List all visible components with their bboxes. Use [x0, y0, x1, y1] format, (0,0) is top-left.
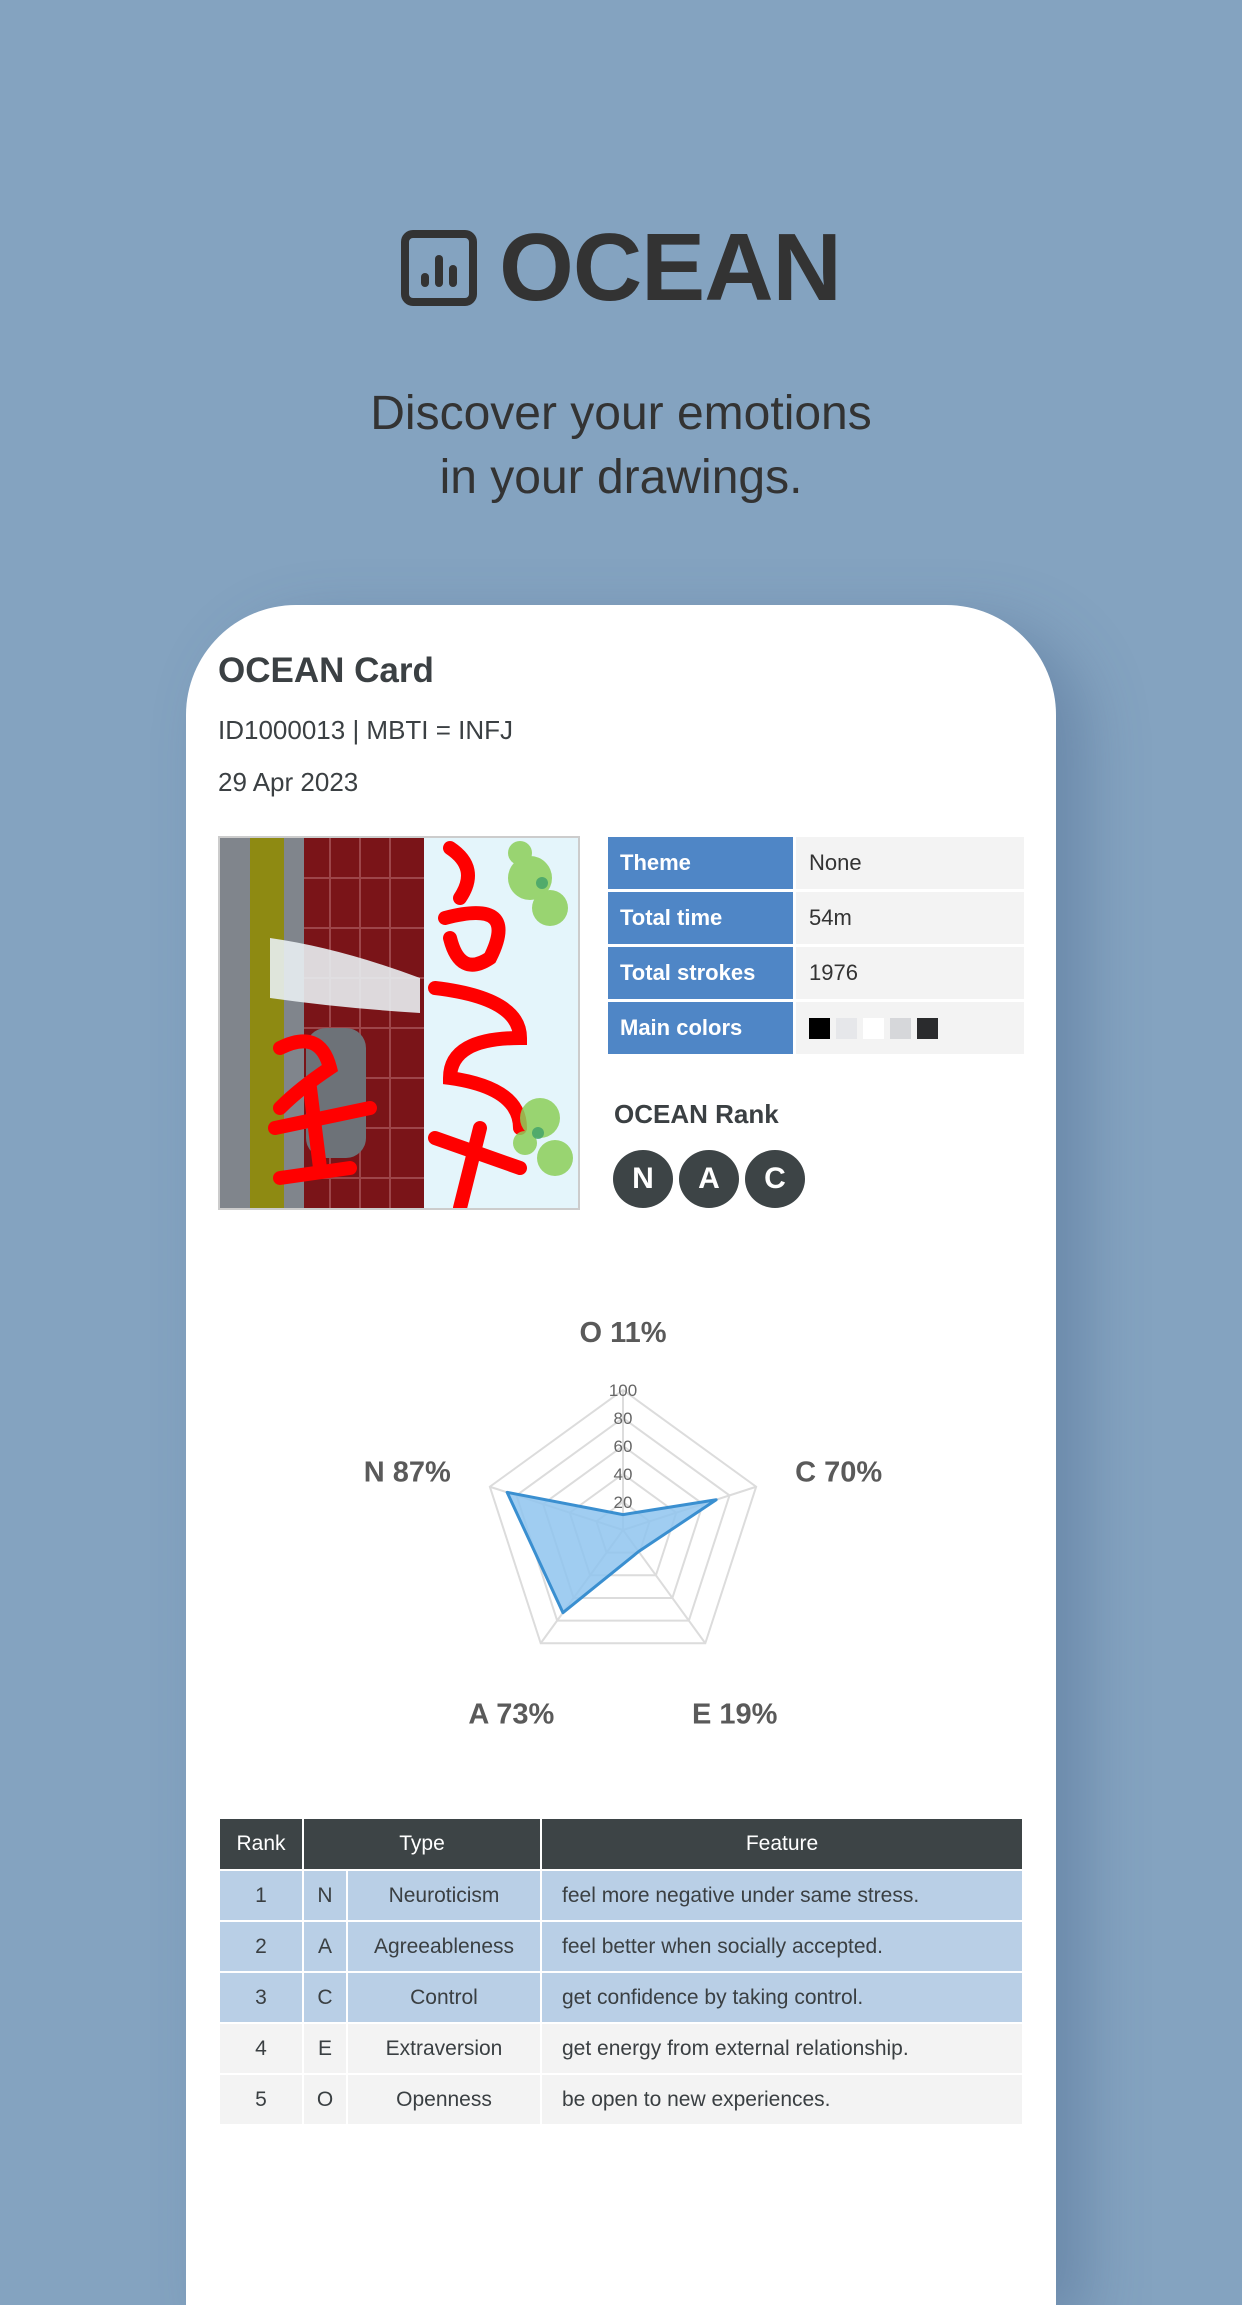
- drawing-info-table: Theme None Total time 54m Total strokes …: [608, 837, 1024, 1057]
- radar-axis-label: O 11%: [579, 1317, 666, 1349]
- info-row-main-colors: Main colors: [608, 1002, 1024, 1054]
- brand-header: OCEAN: [0, 220, 1242, 316]
- tagline-line-2: in your drawings.: [439, 451, 803, 504]
- row-rank: 5: [218, 2073, 304, 2126]
- color-swatch: [890, 1017, 911, 1039]
- rank-badge: A: [679, 1150, 739, 1208]
- info-label: Total strokes: [608, 947, 793, 999]
- row-feature: get energy from external relationship.: [540, 2022, 1024, 2075]
- ocean-radar-chart: 20 40 60 80 100 O 11% C 70% E 19% A 73% N 87%: [364, 1317, 883, 1731]
- info-row-total-strokes: Total strokes 1976: [608, 947, 1024, 999]
- ocean-feature-table: Rank Type Feature 1 N Neuroticism feel m…: [218, 1819, 1024, 2126]
- info-row-theme: Theme None: [608, 837, 1024, 889]
- row-type: Neuroticism: [346, 1869, 542, 1922]
- radar-tick-label: 40: [614, 1465, 633, 1484]
- bar-chart-icon: [401, 230, 478, 306]
- row-rank: 4: [218, 2022, 304, 2075]
- color-swatch: [809, 1017, 830, 1039]
- radar-tick-label: 80: [614, 1409, 633, 1428]
- table-header-row: Rank Type Feature: [218, 1819, 1024, 1871]
- row-type: Extraversion: [346, 2022, 542, 2075]
- ocean-rank-badges: N A C: [613, 1150, 805, 1208]
- row-feature: be open to new experiences.: [540, 2073, 1024, 2126]
- info-value: None: [796, 837, 1024, 889]
- row-code: C: [302, 1971, 348, 2024]
- radar-tick-label: 60: [614, 1437, 633, 1456]
- table-row: 2 A Agreeableness feel better when socia…: [218, 1920, 1024, 1973]
- card-title: OCEAN Card: [218, 651, 434, 690]
- drawing-thumbnail[interactable]: [218, 836, 580, 1210]
- card-id-mbti: ID1000013 | MBTI = INFJ: [218, 715, 514, 745]
- color-swatch: [917, 1017, 938, 1039]
- info-label: Main colors: [608, 1002, 793, 1054]
- radar-axis-label: E 19%: [692, 1699, 778, 1731]
- row-code: E: [302, 2022, 348, 2075]
- header-feature: Feature: [540, 1819, 1024, 1871]
- rank-badge: N: [613, 1150, 673, 1208]
- row-code: O: [302, 2073, 348, 2126]
- main-colors-swatches: [796, 1002, 1024, 1054]
- row-code: A: [302, 1920, 348, 1973]
- row-type: Control: [346, 1971, 542, 2024]
- row-rank: 1: [218, 1869, 304, 1922]
- row-feature: get confidence by taking control.: [540, 1971, 1024, 2024]
- row-rank: 2: [218, 1920, 304, 1973]
- table-row: 1 N Neuroticism feel more negative under…: [218, 1869, 1024, 1922]
- info-label: Theme: [608, 837, 793, 889]
- header-rank: Rank: [218, 1819, 304, 1871]
- info-label: Total time: [608, 892, 793, 944]
- radar-axis-label: A 73%: [468, 1699, 554, 1731]
- row-feature: feel more negative under same stress.: [540, 1869, 1024, 1922]
- table-row: 4 E Extraversion get energy from externa…: [218, 2022, 1024, 2075]
- drawing-image: [220, 838, 578, 1208]
- row-rank: 3: [218, 1971, 304, 2024]
- tagline-line-1: Discover your emotions: [370, 387, 872, 440]
- ocean-rank-title: OCEAN Rank: [614, 1099, 779, 1129]
- app-title: OCEAN: [499, 214, 842, 321]
- rank-badge: C: [745, 1150, 805, 1208]
- row-feature: feel better when socially accepted.: [540, 1920, 1024, 1973]
- table-row: 3 C Control get confidence by taking con…: [218, 1971, 1024, 2024]
- radar-axis-label: C 70%: [795, 1456, 882, 1488]
- color-swatch: [836, 1017, 857, 1039]
- info-row-total-time: Total time 54m: [608, 892, 1024, 944]
- row-type: Agreeableness: [346, 1920, 542, 1973]
- info-value: 1976: [796, 947, 1024, 999]
- row-code: N: [302, 1869, 348, 1922]
- card-date: 29 Apr 2023: [218, 767, 359, 797]
- radar-axis-label: N 87%: [364, 1456, 451, 1488]
- header-type: Type: [302, 1819, 542, 1871]
- radar-tick-label: 20: [614, 1493, 633, 1512]
- color-swatch: [863, 1017, 884, 1039]
- row-type: Openness: [346, 2073, 542, 2126]
- ocean-card: OCEAN Card ID1000013 | MBTI = INFJ 29 Ap…: [186, 605, 1056, 2305]
- radar-tick-label: 100: [609, 1381, 637, 1400]
- tagline: Discover your emotions in your drawings.: [0, 382, 1242, 510]
- info-value: 54m: [796, 892, 1024, 944]
- table-row: 5 O Openness be open to new experiences.: [218, 2073, 1024, 2126]
